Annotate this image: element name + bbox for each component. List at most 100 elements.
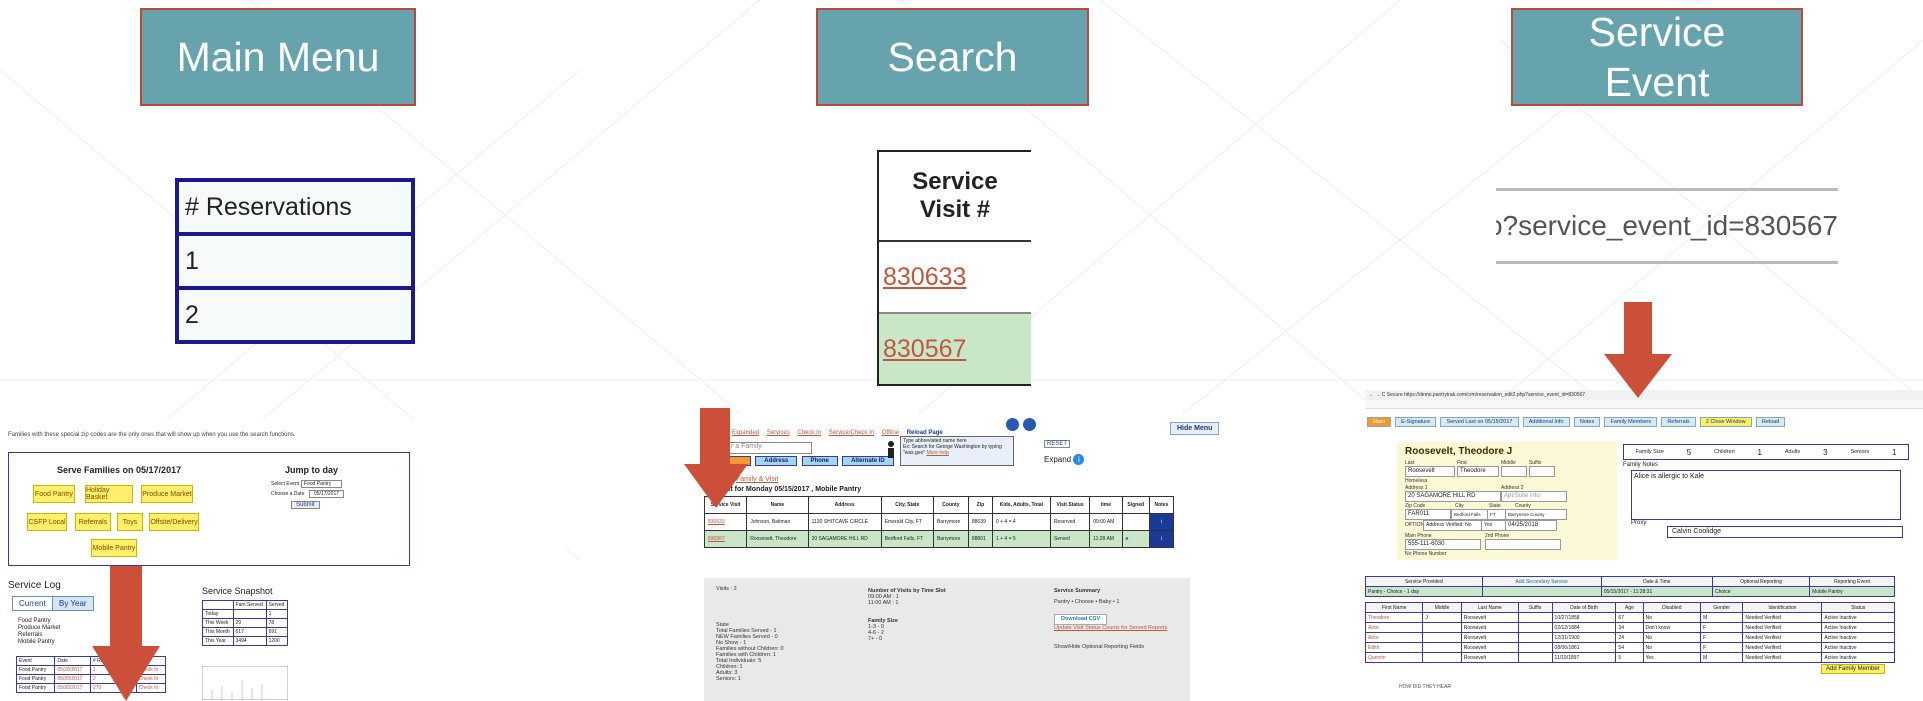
verify-date-field[interactable]: 04/25/2018 <box>1505 520 1557 531</box>
hide-menu-button[interactable]: Hide Menu <box>1170 422 1220 435</box>
address-verified-field[interactable]: Address Verified: No <box>1423 520 1483 531</box>
member-id-radio[interactable]: Needed Verified <box>1742 622 1823 633</box>
toolbar-e-signature[interactable]: E-Signature <box>1395 417 1437 427</box>
nav-link-services[interactable]: Services <box>767 430 790 436</box>
suffix-dropdown[interactable] <box>1529 466 1555 477</box>
member-status-radio[interactable]: Active Inactive <box>1821 612 1895 623</box>
member-id-radio[interactable]: Needed Verified <box>1742 632 1823 643</box>
proxy-field[interactable]: Calvin Coolidge <box>1667 526 1903 538</box>
nav-link-check-in[interactable]: Check In <box>797 430 821 436</box>
member-disabled-dropdown[interactable]: Don't know <box>1642 622 1702 633</box>
first-name-field[interactable]: Theodore <box>1457 466 1499 477</box>
more-help-link[interactable]: More help <box>927 450 949 456</box>
label-no-phone[interactable]: No Phone Number <box>1405 551 1446 557</box>
nav-link-offline[interactable]: Offline <box>882 430 899 436</box>
tab-by-year[interactable]: By Year <box>52 596 94 611</box>
add-secondary-service-button[interactable]: Add Secondary Service <box>1481 576 1602 587</box>
browser-url[interactable]: Secure https://demo.pantrytrak.com/crm/r… <box>1387 392 1585 398</box>
expand-toggle[interactable]: Expand i <box>1044 454 1085 465</box>
search-tab-address[interactable]: Address <box>755 456 798 466</box>
browser-nav-icons[interactable]: ← → C <box>1369 392 1387 398</box>
member-first-name-link[interactable]: Theodore <box>1365 612 1424 623</box>
reset-button[interactable]: RESET <box>1044 440 1071 448</box>
info-icon[interactable]: i <box>1073 454 1085 465</box>
update-status-link[interactable]: Update Visit Status Counts for Served Re… <box>1054 625 1167 632</box>
service-visit-link[interactable]: 830567 <box>703 530 748 548</box>
member-gender-dropdown[interactable]: M <box>1700 612 1744 623</box>
address1-field[interactable]: 20 SAGAMORE HILL RD <box>1405 491 1501 502</box>
toolbar-close-window[interactable]: 2 Close Window <box>1699 417 1752 427</box>
service-visit-zoom-link-2[interactable]: 830567 <box>879 312 1031 384</box>
search-tab-phone[interactable]: Phone <box>801 456 838 466</box>
member-gender-dropdown[interactable]: M <box>1700 652 1744 663</box>
member-gender-dropdown[interactable]: F <box>1700 632 1744 643</box>
visit-status[interactable]: Served <box>1049 530 1091 548</box>
member-disabled-dropdown[interactable]: No <box>1642 642 1702 653</box>
member-disabled-dropdown[interactable]: No <box>1642 632 1702 643</box>
member-id-radio[interactable]: Needed Verified <box>1742 612 1823 623</box>
event-button-offsite-delivery[interactable]: Offsite/Delivery <box>149 513 199 531</box>
snapshot-cell: Today <box>202 609 234 619</box>
zip-field[interactable]: FAR011 <box>1405 509 1451 520</box>
city-field[interactable]: Bedford Falls <box>1451 509 1489 520</box>
last-name-field[interactable]: Roosevelt <box>1405 466 1455 477</box>
member-gender-dropdown[interactable]: F <box>1700 622 1744 633</box>
toolbar-notes[interactable]: Notes <box>1573 417 1601 427</box>
service-dropdown[interactable]: Pantry - Choice - 1 day <box>1365 586 1483 597</box>
service-provided-table: Service Provided Add Secondary Service D… <box>1365 576 1895 597</box>
toolbar-served-last[interactable]: Served Last on 05/15/2017 <box>1440 417 1519 427</box>
service-visit-link[interactable]: 830633 <box>703 513 748 531</box>
member-status-radio[interactable]: Active Inactive <box>1821 622 1895 633</box>
event-button-holiday-basket[interactable]: Holiday Basket <box>85 485 133 503</box>
member-status-radio[interactable]: Active Inactive <box>1821 642 1895 653</box>
member-first-name-link[interactable]: Quentin <box>1365 652 1424 663</box>
event-button-produce-market[interactable]: Produce Market <box>141 485 193 503</box>
col-header: Visit Status <box>1049 496 1091 514</box>
member-status-radio[interactable]: Active Inactive <box>1821 632 1895 643</box>
member-first-name-link[interactable]: Alice <box>1365 632 1424 643</box>
notes-icon[interactable]: i <box>1148 513 1175 531</box>
toolbar-main[interactable]: Main <box>1367 417 1391 427</box>
address2-field[interactable]: Apt/Suite info <box>1501 491 1567 502</box>
reporting-event-dropdown[interactable]: Mobile Pantry <box>1809 586 1895 597</box>
add-family-member-button[interactable]: Add Family Member <box>1821 664 1885 674</box>
toolbar-reload[interactable]: Reload <box>1755 417 1786 427</box>
member-status-radio[interactable]: Active Inactive <box>1821 652 1895 663</box>
main-phone-field[interactable]: 555-111-6030 <box>1405 539 1481 550</box>
service-visit-zoom-link-1[interactable]: 830633 <box>879 242 1031 312</box>
county-field[interactable]: Barrymore County <box>1505 509 1567 520</box>
second-phone-field[interactable] <box>1485 539 1561 550</box>
choose-date-input[interactable]: 05/17/2017 <box>309 490 345 498</box>
select-event-dropdown[interactable]: Food Pantry <box>301 480 343 488</box>
member-disabled-dropdown[interactable]: Yes <box>1642 652 1702 663</box>
optional-fields-toggle[interactable]: Show/Hide Optional Reporting Fields <box>1054 644 1167 651</box>
family-notes-textarea[interactable]: Alice is allergic to Kale <box>1631 470 1901 520</box>
member-id-radio[interactable]: Needed Verified <box>1742 652 1823 663</box>
event-button-referrals[interactable]: Referrals <box>75 513 111 531</box>
member-first-name-link[interactable]: Edith <box>1365 642 1424 653</box>
member-first-name-link[interactable]: Alice <box>1365 622 1424 633</box>
download-csv-button[interactable]: Download CSV <box>1054 614 1108 625</box>
event-button-mobile-pantry[interactable]: Mobile Pantry <box>91 539 137 557</box>
toolbar-additional-info[interactable]: Additional Info <box>1522 417 1570 427</box>
visit-status[interactable]: Reserved <box>1049 513 1091 531</box>
submit-button[interactable]: Submit <box>291 501 320 509</box>
state-field[interactable]: FT <box>1487 509 1507 520</box>
nav-link-service-check-in[interactable]: Service/Check In <box>829 430 874 436</box>
event-button-food-pantry[interactable]: Food Pantry <box>33 485 75 503</box>
event-button-toys[interactable]: Toys <box>117 513 143 531</box>
member-id-radio[interactable]: Needed Verified <box>1742 642 1823 653</box>
tab-current[interactable]: Current <box>12 596 53 611</box>
prev-circle-icon[interactable] <box>1006 418 1019 431</box>
event-button-csfp-local[interactable]: CSFP Local <box>27 513 67 531</box>
label-homeless[interactable]: Homeless <box>1405 478 1427 484</box>
member-disabled-dropdown[interactable]: No <box>1642 612 1702 623</box>
notes-icon[interactable]: i <box>1148 530 1175 548</box>
member-gender-dropdown[interactable]: F <box>1700 642 1744 653</box>
next-circle-icon[interactable] <box>1023 418 1037 431</box>
toolbar-referrals[interactable]: Referrals <box>1661 417 1696 427</box>
toolbar-family-members[interactable]: Family Members <box>1604 417 1658 427</box>
middle-name-field[interactable] <box>1501 466 1527 477</box>
signed-icon[interactable]: e <box>1121 530 1150 548</box>
yes-radio[interactable]: Yes <box>1481 520 1507 531</box>
